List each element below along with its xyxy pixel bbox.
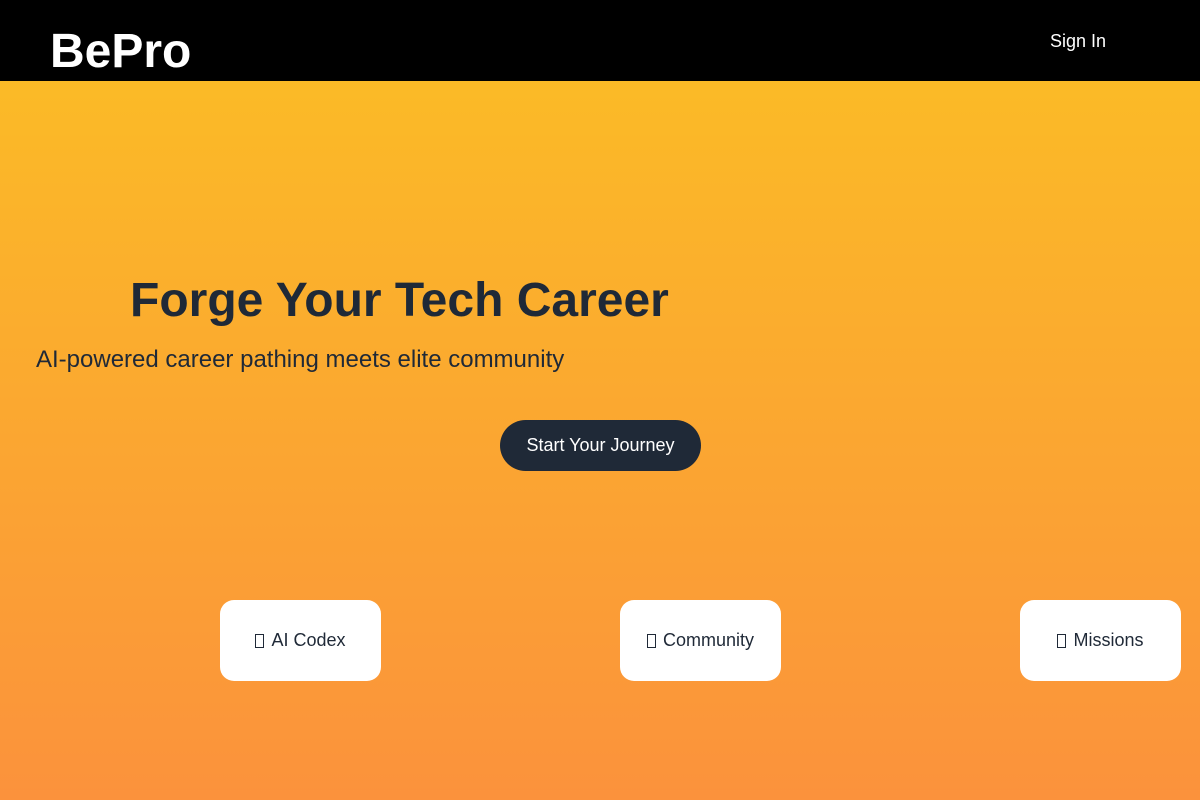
feature-card-ai-codex[interactable]: AI Codex (220, 600, 381, 681)
missing-glyph-icon (646, 633, 656, 648)
sign-in-link[interactable]: Sign In (1050, 29, 1106, 53)
missing-glyph-icon (255, 633, 265, 648)
hero-title: Forge Your Tech Career (130, 274, 669, 327)
feature-card-label: AI Codex (271, 630, 346, 650)
feature-card-missions[interactable]: Missions (1020, 600, 1181, 681)
landing-page: BePro Sign In Forge Your Tech Career AI-… (0, 0, 1200, 800)
start-journey-button[interactable]: Start Your Journey (500, 420, 701, 471)
missing-glyph-icon (1057, 633, 1067, 648)
feature-card-community[interactable]: Community (620, 600, 781, 681)
feature-card-label: Community (662, 630, 755, 650)
top-navbar: BePro Sign In (0, 0, 1200, 81)
brand-logo[interactable]: BePro (50, 24, 191, 80)
hero-subtitle: AI-powered career pathing meets elite co… (36, 346, 565, 373)
feature-card-label: Missions (1073, 630, 1144, 650)
